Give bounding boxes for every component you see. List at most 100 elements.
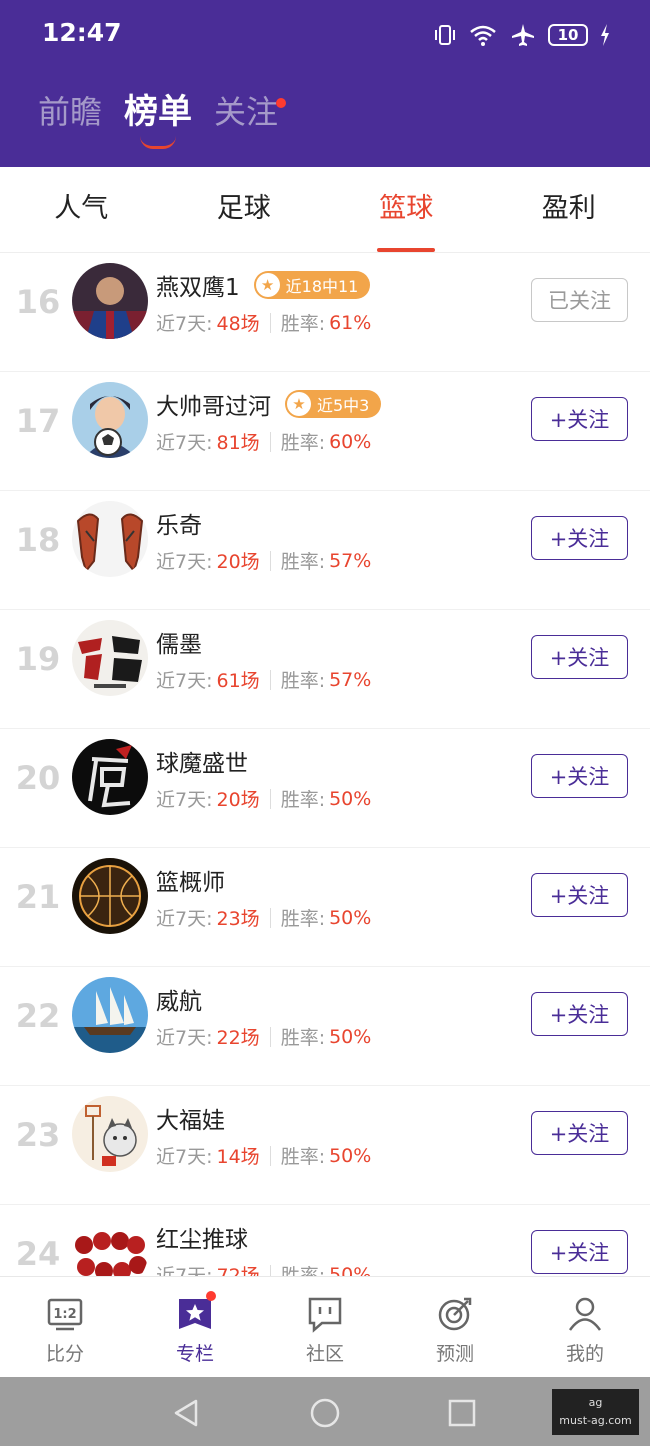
stats: 近7天: 22场 胜率: 50%	[156, 1023, 371, 1050]
avatar[interactable]	[72, 739, 148, 815]
rank-number: 24	[15, 1235, 61, 1273]
expert-name: 儒墨	[156, 632, 202, 658]
games-count: 22场	[216, 1027, 260, 1049]
nav-column[interactable]: 专栏	[130, 1277, 260, 1377]
nav-score[interactable]: 1:2 比分	[0, 1277, 130, 1377]
avatar[interactable]	[72, 1096, 148, 1172]
rate-label: 胜率:	[280, 551, 326, 573]
notification-dot	[206, 1291, 216, 1301]
list-item[interactable]: 20 球魔盛世 近7天: 20场 胜率: 50% +关注	[0, 729, 650, 848]
recents-icon[interactable]	[446, 1397, 478, 1429]
list-item[interactable]: 16 燕双鹰1 ★ 近18中11 近7天: 48场 胜率: 61% 已关注	[0, 253, 650, 372]
rate-label: 胜率:	[280, 1146, 326, 1168]
streak-badge: ★ 近18中11	[253, 271, 371, 299]
tab-profit[interactable]: 盈利	[488, 167, 650, 252]
person-icon	[568, 1297, 602, 1331]
nav-label: 我的	[565, 1343, 604, 1365]
divider	[269, 431, 271, 452]
nav-label: 预测	[435, 1343, 474, 1365]
tab-following[interactable]: 关注	[214, 90, 287, 134]
avatar[interactable]	[72, 501, 148, 577]
followed-button[interactable]: 已关注	[531, 278, 628, 322]
home-icon[interactable]	[309, 1397, 341, 1429]
stats: 近7天: 81场 胜率: 60%	[156, 428, 371, 455]
follow-button[interactable]: +关注	[531, 873, 628, 917]
tab-football[interactable]: 足球	[163, 167, 326, 252]
nav-predict[interactable]: 预测	[390, 1277, 520, 1377]
nav-mine[interactable]: 我的	[520, 1277, 650, 1377]
games-count: 72场	[216, 1265, 260, 1276]
stats-label: 近7天:	[156, 432, 213, 454]
status-icons: 10	[434, 20, 610, 50]
list-item[interactable]: 23 大福娃 近7天: 14场 胜率: 50% +关注	[0, 1086, 650, 1205]
nav-community[interactable]: 社区	[260, 1277, 390, 1377]
list-item[interactable]: 22 威航 近7天: 22场 胜率: 50% +关注	[0, 967, 650, 1086]
stats: 近7天: 23场 胜率: 50%	[156, 904, 371, 931]
watermark-line1: ag	[588, 1396, 603, 1409]
avatar[interactable]	[72, 977, 148, 1053]
bottom-nav: 1:2 比分 专栏 社区 预测 我的	[0, 1276, 650, 1377]
avatar[interactable]	[72, 858, 148, 934]
expert-name: 红尘推球	[156, 1227, 248, 1253]
nav-label: 社区	[305, 1343, 344, 1365]
chat-icon	[308, 1297, 342, 1333]
wifi-icon	[470, 25, 496, 46]
tab-basketball[interactable]: 篮球	[325, 167, 488, 252]
back-icon[interactable]	[170, 1397, 202, 1429]
follow-button[interactable]: +关注	[531, 397, 628, 441]
avatar[interactable]	[72, 620, 148, 696]
rank-number: 16	[15, 283, 61, 321]
rate-label: 胜率:	[280, 313, 326, 335]
expert-name: 乐奇	[156, 513, 202, 539]
stats: 近7天: 20场 胜率: 50%	[156, 785, 371, 812]
watermark-line2: must-ag.com	[559, 1414, 632, 1427]
follow-button[interactable]: +关注	[531, 992, 628, 1036]
divider	[269, 1264, 271, 1276]
scoreboard-icon: 1:2	[47, 1298, 83, 1331]
tab-ranking[interactable]: 榜单	[124, 90, 192, 149]
games-count: 20场	[216, 551, 260, 573]
status-time: 12:47	[42, 18, 122, 47]
ranking-list: 16 燕双鹰1 ★ 近18中11 近7天: 48场 胜率: 61% 已关注 17…	[0, 253, 650, 1276]
expert-name: 威航	[156, 989, 202, 1015]
tab-preview[interactable]: 前瞻	[38, 90, 102, 134]
follow-button[interactable]: +关注	[531, 635, 628, 679]
battery-indicator: 10	[548, 24, 588, 46]
follow-button[interactable]: +关注	[531, 516, 628, 560]
list-item[interactable]: 17 大帅哥过河 ★ 近5中3 近7天: 81场 胜率: 60% +关注	[0, 372, 650, 491]
follow-button[interactable]: +关注	[531, 1111, 628, 1155]
win-rate: 50%	[329, 1263, 372, 1277]
stats-label: 近7天:	[156, 670, 213, 692]
divider	[269, 907, 271, 928]
expert-name: 篮概师	[156, 870, 225, 896]
streak-badge: ★ 近5中3	[285, 390, 382, 418]
target-icon	[438, 1297, 472, 1331]
tab-popularity[interactable]: 人气	[0, 167, 163, 252]
airplane-icon	[512, 24, 534, 46]
stats-label: 近7天:	[156, 908, 213, 930]
rank-number: 22	[15, 997, 61, 1035]
games-count: 14场	[216, 1146, 260, 1168]
avatar[interactable]	[72, 1215, 148, 1276]
rate-label: 胜率:	[280, 1265, 326, 1276]
list-item[interactable]: 24 红尘推球 近7天: 72场 胜率: 50% +关注	[0, 1205, 650, 1276]
rate-label: 胜率:	[280, 432, 326, 454]
rate-label: 胜率:	[280, 1027, 326, 1049]
avatar[interactable]	[72, 382, 148, 458]
follow-button[interactable]: +关注	[531, 1230, 628, 1274]
follow-button[interactable]: +关注	[531, 754, 628, 798]
stats-label: 近7天:	[156, 551, 213, 573]
stats: 近7天: 20场 胜率: 57%	[156, 547, 371, 574]
star-icon: ★	[287, 392, 311, 416]
list-item[interactable]: 18 乐奇 近7天: 20场 胜率: 57% +关注	[0, 491, 650, 610]
divider	[269, 669, 271, 690]
list-item[interactable]: 19 儒墨 近7天: 61场 胜率: 57% +关注	[0, 610, 650, 729]
win-rate: 57%	[329, 549, 372, 572]
divider	[269, 550, 271, 571]
stats: 近7天: 48场 胜率: 61%	[156, 309, 371, 336]
stats-label: 近7天:	[156, 1265, 213, 1276]
list-item[interactable]: 21 篮概师 近7天: 23场 胜率: 50% +关注	[0, 848, 650, 967]
charging-icon	[601, 24, 609, 46]
games-count: 61场	[216, 670, 260, 692]
avatar[interactable]	[72, 263, 148, 339]
